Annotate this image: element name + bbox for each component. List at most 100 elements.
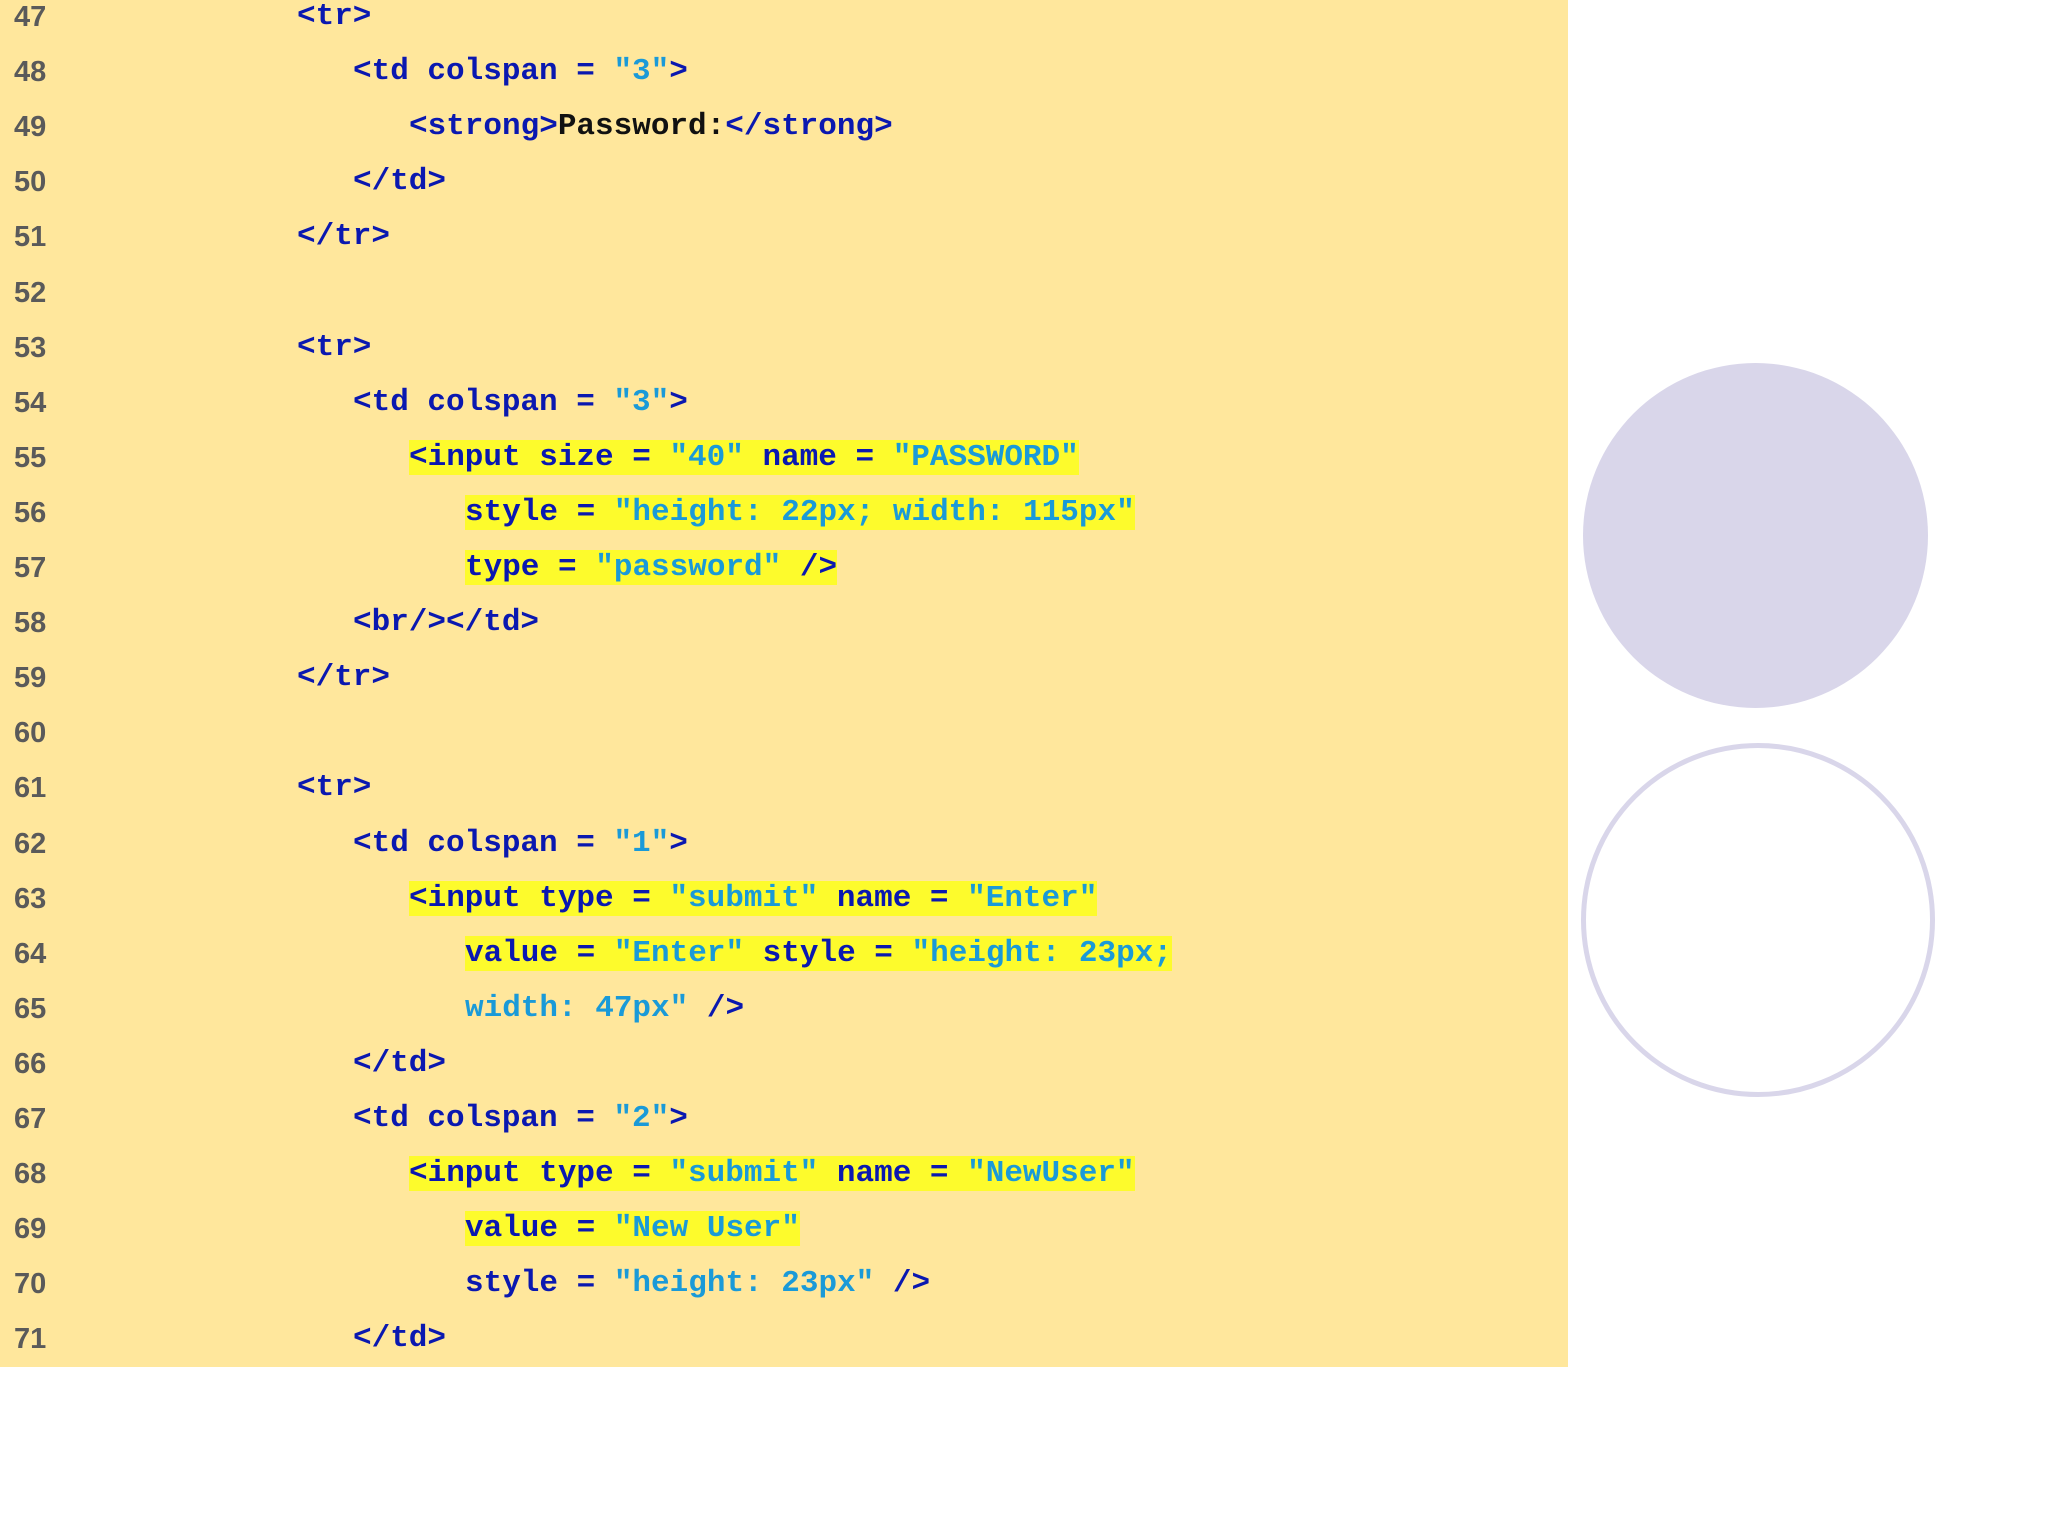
code-token: "Enter" bbox=[613, 935, 745, 971]
code-token: "height: 23px" bbox=[613, 1266, 875, 1302]
code-line: 71 </td> bbox=[0, 1319, 1568, 1374]
code-token: "Enter" bbox=[967, 880, 1098, 916]
code-line: 58 <br/></td> bbox=[0, 603, 1568, 658]
line-number: 70 bbox=[14, 1268, 47, 1301]
code-token: style = bbox=[465, 1266, 614, 1302]
line-number: 53 bbox=[14, 331, 47, 364]
code-line: 68 <input type = "submit" name = "NewUser… bbox=[0, 1154, 1568, 1209]
code-token: style = bbox=[744, 935, 912, 971]
code-token: </td> bbox=[353, 164, 447, 200]
code-token: "height: 22px; width: 115px" bbox=[613, 494, 1135, 530]
line-code: type = "password" /> bbox=[465, 548, 838, 588]
code-token: </td> bbox=[353, 1045, 447, 1081]
line-code: <input size = "40" name = "PASSWORD" bbox=[409, 438, 1079, 478]
code-line: 49 <strong>Password:</strong> bbox=[0, 107, 1568, 162]
code-token: "submit" bbox=[669, 1156, 819, 1192]
code-token: </strong> bbox=[725, 109, 893, 145]
code-line: 57 type = "password" /> bbox=[0, 548, 1568, 603]
line-number: 55 bbox=[14, 441, 47, 474]
code-line: 47 <tr> bbox=[0, 0, 1568, 52]
code-token: name = bbox=[743, 439, 893, 475]
code-token: "PASSWORD" bbox=[892, 439, 1079, 475]
line-code: <td colspan = "2"> bbox=[353, 1099, 688, 1139]
code-line: 67 <td colspan = "2"> bbox=[0, 1099, 1568, 1154]
line-number: 66 bbox=[14, 1047, 47, 1080]
slide: 47 <tr> 48 <td colspan = "3"> 49 <strong>Pass… bbox=[0, 0, 2048, 1536]
code-token: "3" bbox=[613, 54, 670, 90]
code-line: 65 width: 47px" /> bbox=[0, 989, 1568, 1044]
code-token: value = bbox=[465, 935, 614, 971]
code-token: width: 47px" bbox=[465, 990, 689, 1026]
code-line: 63 <input type = "submit" name = "Enter" bbox=[0, 879, 1568, 934]
decorative-filled-circle bbox=[1583, 363, 1928, 708]
line-number: 65 bbox=[14, 992, 47, 1025]
code-token: "2" bbox=[613, 1101, 670, 1136]
line-number: 56 bbox=[14, 496, 47, 529]
code-line: 59 </tr> bbox=[0, 658, 1568, 713]
code-token: <tr> bbox=[297, 770, 372, 806]
line-code: <input type = "submit" name = "Enter" bbox=[409, 879, 1098, 919]
code-token: <input type = bbox=[409, 1156, 670, 1192]
code-token: </tr> bbox=[297, 219, 391, 255]
code-token: > bbox=[669, 54, 688, 90]
code-line: 52 bbox=[0, 273, 1568, 328]
code-token: name = bbox=[818, 880, 968, 916]
code-token: "submit" bbox=[669, 880, 819, 916]
line-code: style = "height: 23px" /> bbox=[465, 1264, 930, 1304]
line-code: </td> bbox=[353, 162, 446, 202]
code-token: <br/></td> bbox=[353, 605, 540, 641]
line-number: 52 bbox=[14, 276, 47, 309]
code-line: 50 </td> bbox=[0, 162, 1568, 217]
line-code: </td> bbox=[353, 1044, 446, 1084]
line-code: <tr> bbox=[297, 0, 371, 37]
code-line: 69 value = "New User" bbox=[0, 1209, 1568, 1264]
line-code: <td colspan = "3"> bbox=[353, 52, 688, 92]
code-token: "NewUser" bbox=[967, 1156, 1135, 1192]
code-line: 60 bbox=[0, 713, 1568, 768]
line-number: 57 bbox=[14, 552, 47, 584]
line-code: style = "height: 22px; width: 115px" bbox=[465, 493, 1135, 533]
line-code: </tr> bbox=[297, 658, 390, 698]
code-token: </tr> bbox=[297, 660, 391, 696]
line-code: </td> bbox=[353, 1319, 446, 1359]
code-token: <td colspan = bbox=[353, 384, 614, 420]
line-number: 60 bbox=[14, 717, 47, 750]
code-line: 56 style = "height: 22px; width: 115px" bbox=[0, 493, 1568, 548]
code-token: type = bbox=[465, 550, 596, 585]
code-token: <td colspan = bbox=[353, 54, 614, 90]
line-number: 51 bbox=[14, 221, 47, 254]
line-number: 50 bbox=[14, 166, 47, 199]
line-code: </tr> bbox=[297, 217, 390, 257]
line-number: 47 bbox=[14, 1, 47, 33]
code-token: <input size = bbox=[409, 439, 670, 475]
line-number: 48 bbox=[14, 56, 47, 89]
code-listing-panel: 47 <tr> 48 <td colspan = "3"> 49 <strong>Pass… bbox=[0, 0, 1568, 1367]
line-code: <br/></td> bbox=[353, 603, 539, 643]
line-number: 49 bbox=[14, 111, 47, 144]
line-code: <tr> bbox=[297, 768, 371, 808]
line-code: <tr> bbox=[297, 328, 371, 368]
line-number: 61 bbox=[14, 772, 47, 805]
code-token: <td colspan = bbox=[353, 825, 614, 861]
code-token: <tr> bbox=[297, 0, 372, 34]
line-number: 64 bbox=[14, 937, 47, 970]
line-number: 62 bbox=[14, 827, 47, 860]
code-line: 51 </tr> bbox=[0, 217, 1568, 272]
code-line: 53 <tr> bbox=[0, 328, 1568, 383]
line-number: 71 bbox=[14, 1323, 47, 1356]
code-token: "40" bbox=[669, 439, 744, 475]
line-code: <input type = "submit" name = "NewUser" bbox=[409, 1154, 1135, 1194]
code-token: <td colspan = bbox=[353, 1101, 614, 1136]
code-token: "password" bbox=[595, 550, 782, 585]
code-token: > bbox=[669, 825, 688, 861]
code-token: <input type = bbox=[409, 880, 670, 916]
line-code: <td colspan = "1"> bbox=[353, 824, 688, 864]
line-number: 69 bbox=[14, 1213, 47, 1246]
line-number: 68 bbox=[14, 1158, 47, 1191]
code-token: /> bbox=[874, 1266, 931, 1302]
code-token: <strong> bbox=[409, 109, 558, 145]
code-token: /> bbox=[781, 550, 838, 585]
decorative-outline-circle bbox=[1581, 743, 1935, 1097]
line-number: 67 bbox=[14, 1103, 47, 1135]
code-line: 64 value = "Enter" style = "height: 23px; bbox=[0, 934, 1568, 989]
